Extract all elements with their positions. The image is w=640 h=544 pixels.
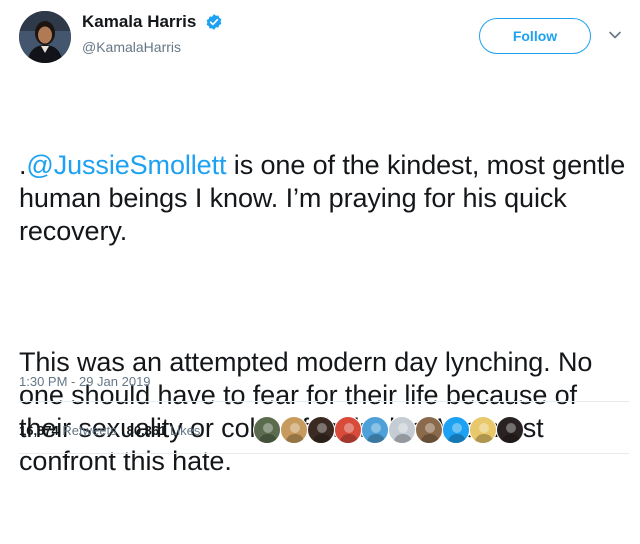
retweets-count: 16,874 [19,423,59,438]
author-name-block: Kamala Harris @KamalaHarris [82,12,223,55]
liker-avatar-6[interactable] [388,416,416,444]
author-display-name[interactable]: Kamala Harris [82,12,196,32]
likes-label: Likes [169,423,201,438]
tweet-text: .@JussieSmollett is one of the kindest, … [19,83,629,544]
bottom-divider [19,453,629,454]
likes-stat[interactable]: 80,361 Likes [127,423,201,438]
retweets-label: Retweets [62,423,117,438]
liker-avatar-7[interactable] [415,416,443,444]
tweet-paragraph-2: This was an attempted modern day lynchin… [19,347,593,476]
verified-badge-icon [206,14,222,30]
liker-avatar-1[interactable] [253,416,281,444]
liker-avatar-3[interactable] [307,416,335,444]
author-avatar-image [19,11,71,63]
follow-button[interactable]: Follow [479,18,591,54]
liker-avatar-10[interactable] [496,416,524,444]
retweets-stat[interactable]: 16,874 Retweets [19,423,117,438]
author-avatar[interactable] [19,11,71,63]
liker-avatar-2[interactable] [280,416,308,444]
liker-avatar-8[interactable] [442,416,470,444]
liker-avatar-9[interactable] [469,416,497,444]
tweet-paragraph-1: .@JussieSmollett is one of the kindest, … [19,149,629,248]
divider [19,401,629,402]
mention-link[interactable]: @JussieSmollett [26,150,226,180]
author-handle[interactable]: @KamalaHarris [82,39,223,55]
chevron-down-icon[interactable] [608,28,622,42]
tweet-card: Kamala Harris @KamalaHarris Follow .@Jus… [0,0,640,476]
liker-avatar-4[interactable] [334,416,362,444]
tweet-stats: 16,874 Retweets 80,361 Likes [19,423,200,438]
tweet-timestamp[interactable]: 1:30 PM - 29 Jan 2019 [19,374,151,389]
liker-avatar-5[interactable] [361,416,389,444]
likes-count: 80,361 [126,423,167,438]
